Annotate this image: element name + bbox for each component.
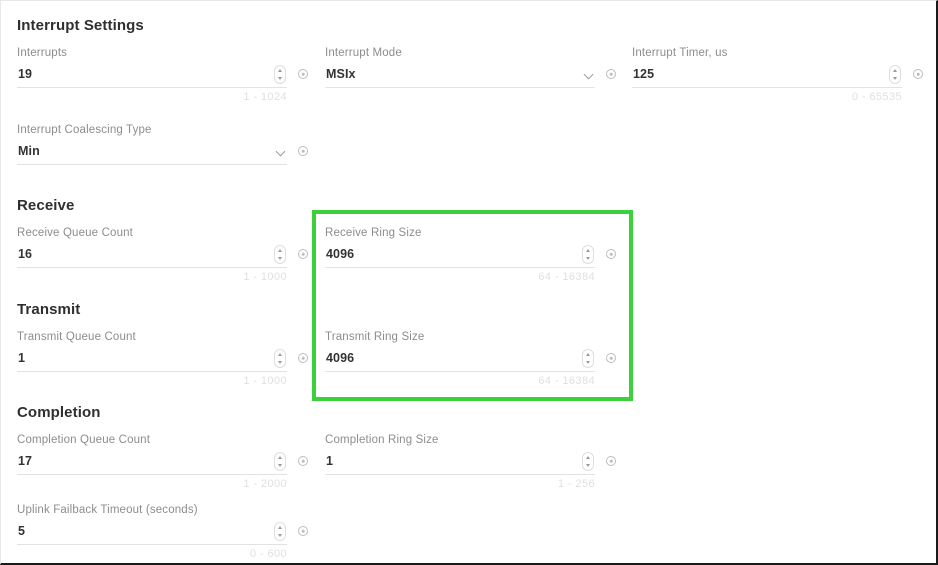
chevron-up-icon[interactable]	[586, 249, 590, 252]
chevron-down-icon[interactable]	[278, 534, 282, 537]
field-hint-uplink-failback-timeout: 0 - 600	[249, 548, 287, 560]
field-interrupts: Interrupts 19 1 - 1024	[17, 47, 308, 109]
chevron-up-icon[interactable]	[586, 353, 590, 356]
chevron-down-icon[interactable]	[586, 257, 590, 260]
input-interrupts[interactable]: 19	[17, 65, 287, 88]
chevron-down-icon[interactable]	[278, 77, 282, 80]
info-icon[interactable]	[913, 69, 923, 79]
input-uplink-failback-timeout[interactable]: 5	[17, 522, 287, 545]
field-label-transmit-queue-count: Transmit Queue Count	[17, 331, 136, 343]
stepper-icon[interactable]	[582, 245, 594, 264]
field-label-interrupt-mode: Interrupt Mode	[325, 47, 402, 59]
field-label-interrupt-coalescing-type: Interrupt Coalescing Type	[17, 124, 152, 136]
field-receive-queue-count: Receive Queue Count 16 1 - 1000	[17, 227, 308, 289]
field-hint-receive-queue-count: 1 - 1000	[243, 271, 287, 283]
chevron-up-icon[interactable]	[278, 526, 282, 529]
field-label-interrupts: Interrupts	[17, 47, 68, 59]
chevron-down-icon[interactable]	[278, 257, 282, 260]
stepper-icon[interactable]	[274, 452, 286, 471]
field-interrupt-timer-us: Interrupt Timer, us 125 0 - 65535	[632, 47, 923, 109]
field-hint-transmit-queue-count: 1 - 1000	[243, 375, 287, 387]
field-hint-receive-ring-size: 64 - 16384	[538, 271, 595, 283]
chevron-down-icon[interactable]	[586, 464, 590, 467]
field-value-receive-ring-size: 4096	[326, 247, 355, 261]
field-hint-completion-ring-size: 1 - 256	[557, 478, 595, 490]
field-value-completion-ring-size: 1	[326, 454, 334, 468]
input-transmit-ring-size[interactable]: 4096	[325, 349, 595, 372]
field-value-uplink-failback-timeout: 5	[18, 524, 26, 538]
field-value-transmit-ring-size: 4096	[326, 351, 355, 365]
info-icon[interactable]	[606, 249, 616, 259]
info-icon[interactable]	[606, 353, 616, 363]
field-hint-transmit-ring-size: 64 - 16384	[538, 375, 595, 387]
field-value-interrupt-mode: MSIx	[326, 67, 356, 81]
input-receive-ring-size[interactable]: 4096	[325, 245, 595, 268]
select-interrupt-coalescing-type[interactable]: Min	[17, 143, 287, 165]
field-value-transmit-queue-count: 1	[18, 351, 26, 365]
section-heading-interrupt-settings: Interrupt Settings	[17, 17, 144, 34]
chevron-up-icon[interactable]	[586, 456, 590, 459]
stepper-icon[interactable]	[274, 65, 286, 84]
input-completion-ring-size[interactable]: 1	[325, 452, 595, 475]
chevron-down-icon[interactable]	[585, 71, 594, 80]
info-icon[interactable]	[606, 456, 616, 466]
field-label-completion-queue-count: Completion Queue Count	[17, 434, 151, 446]
field-label-completion-ring-size: Completion Ring Size	[325, 434, 439, 446]
settings-panel: Interrupt Settings Interrupts 19 1 - 102…	[0, 0, 938, 565]
input-completion-queue-count[interactable]: 17	[17, 452, 287, 475]
info-icon[interactable]	[298, 249, 308, 259]
stepper-icon[interactable]	[274, 349, 286, 368]
field-label-interrupt-timer-us: Interrupt Timer, us	[632, 47, 728, 59]
field-value-interrupt-coalescing-type: Min	[18, 144, 40, 158]
field-transmit-queue-count: Transmit Queue Count 1 1 - 1000	[17, 331, 308, 393]
chevron-down-icon[interactable]	[893, 77, 897, 80]
field-value-interrupt-timer-us: 125	[633, 67, 655, 81]
chevron-down-icon[interactable]	[278, 464, 282, 467]
field-label-transmit-ring-size: Transmit Ring Size	[325, 331, 425, 343]
field-receive-ring-size: Receive Ring Size 4096 64 - 16384	[325, 227, 616, 289]
stepper-icon[interactable]	[582, 452, 594, 471]
select-interrupt-mode[interactable]: MSIx	[325, 66, 595, 88]
chevron-up-icon[interactable]	[278, 456, 282, 459]
field-value-completion-queue-count: 17	[18, 454, 33, 468]
info-icon[interactable]	[298, 456, 308, 466]
field-completion-queue-count: Completion Queue Count 17 1 - 2000	[17, 434, 308, 496]
info-icon[interactable]	[298, 353, 308, 363]
chevron-down-icon[interactable]	[278, 361, 282, 364]
info-icon[interactable]	[298, 526, 308, 536]
field-interrupt-coalescing-type: Interrupt Coalescing Type Min	[17, 124, 308, 186]
chevron-down-icon[interactable]	[586, 361, 590, 364]
field-label-receive-ring-size: Receive Ring Size	[325, 227, 422, 239]
field-value-receive-queue-count: 16	[18, 247, 33, 261]
input-transmit-queue-count[interactable]: 1	[17, 349, 287, 372]
info-icon[interactable]	[298, 146, 308, 156]
field-hint-interrupts: 1 - 1024	[243, 91, 287, 103]
chevron-down-icon[interactable]	[277, 148, 286, 157]
field-completion-ring-size: Completion Ring Size 1 1 - 256	[325, 434, 616, 496]
field-interrupt-mode: Interrupt Mode MSIx	[325, 47, 616, 109]
field-uplink-failback-timeout: Uplink Failback Timeout (seconds) 5 0 - …	[17, 504, 308, 563]
info-icon[interactable]	[298, 69, 308, 79]
section-heading-completion: Completion	[17, 404, 101, 421]
stepper-icon[interactable]	[582, 349, 594, 368]
field-hint-completion-queue-count: 1 - 2000	[243, 478, 287, 490]
stepper-icon[interactable]	[889, 65, 901, 84]
field-transmit-ring-size: Transmit Ring Size 4096 64 - 16384	[325, 331, 616, 393]
chevron-up-icon[interactable]	[893, 69, 897, 72]
section-heading-receive: Receive	[17, 197, 75, 214]
field-label-receive-queue-count: Receive Queue Count	[17, 227, 134, 239]
info-icon[interactable]	[606, 69, 616, 79]
stepper-icon[interactable]	[274, 522, 286, 541]
chevron-up-icon[interactable]	[278, 353, 282, 356]
stepper-icon[interactable]	[274, 245, 286, 264]
chevron-up-icon[interactable]	[278, 69, 282, 72]
input-receive-queue-count[interactable]: 16	[17, 245, 287, 268]
chevron-up-icon[interactable]	[278, 249, 282, 252]
field-label-uplink-failback-timeout: Uplink Failback Timeout (seconds)	[17, 504, 198, 516]
section-heading-transmit: Transmit	[17, 301, 81, 318]
field-value-interrupts: 19	[18, 67, 33, 81]
input-interrupt-timer-us[interactable]: 125	[632, 65, 902, 88]
field-hint-interrupt-timer-us: 0 - 65535	[851, 91, 902, 103]
